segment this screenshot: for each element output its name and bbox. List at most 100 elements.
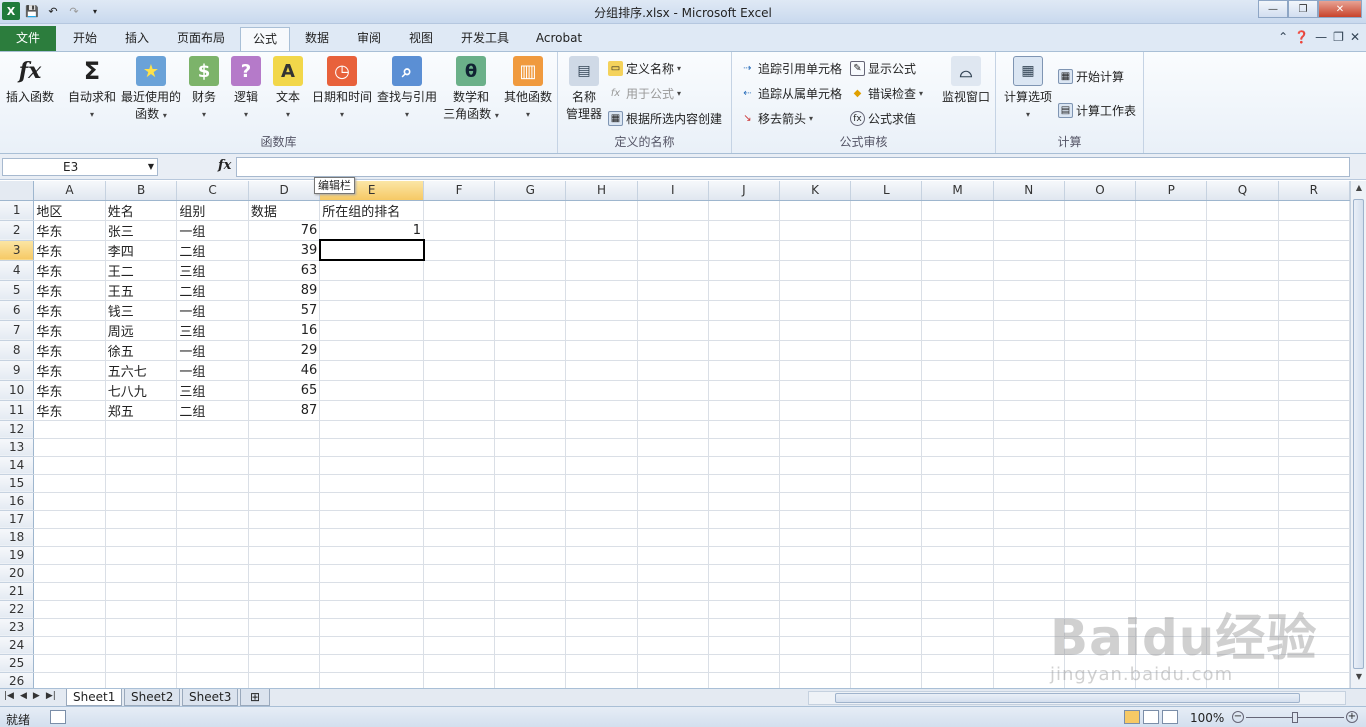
cell-c19[interactable] xyxy=(176,546,249,565)
cell-g20[interactable] xyxy=(494,564,567,583)
cell-j3[interactable] xyxy=(708,240,781,261)
cell-l6[interactable] xyxy=(850,300,923,321)
cell-p10[interactable] xyxy=(1135,380,1208,401)
cell-e4[interactable] xyxy=(319,260,425,281)
cell-j20[interactable] xyxy=(708,564,781,583)
column-header-j[interactable]: J xyxy=(708,181,781,201)
cell-b19[interactable] xyxy=(105,546,178,565)
cell-o19[interactable] xyxy=(1064,546,1137,565)
cell-a18[interactable] xyxy=(33,528,106,547)
workbook-minimize-icon[interactable]: — xyxy=(1315,30,1327,44)
cell-j24[interactable] xyxy=(708,636,781,655)
cell-b18[interactable] xyxy=(105,528,178,547)
cell-m6[interactable] xyxy=(921,300,994,321)
show-formulas-button[interactable]: ✎ 显示公式 xyxy=(850,60,916,77)
cell-g25[interactable] xyxy=(494,654,567,673)
cell-r17[interactable] xyxy=(1278,510,1350,529)
cell-m24[interactable] xyxy=(921,636,994,655)
cell-i20[interactable] xyxy=(637,564,709,583)
cell-f22[interactable] xyxy=(423,600,496,619)
cell-l20[interactable] xyxy=(850,564,923,583)
cell-b1[interactable]: 姓名 xyxy=(105,200,178,221)
cell-g13[interactable] xyxy=(494,438,567,457)
workbook-close-icon[interactable]: ✕ xyxy=(1350,30,1360,44)
row-header[interactable]: 3 xyxy=(0,240,35,261)
cell-a14[interactable] xyxy=(33,456,106,475)
row-header[interactable]: 24 xyxy=(0,636,35,655)
cell-e11[interactable] xyxy=(319,400,425,421)
cell-a24[interactable] xyxy=(33,636,106,655)
row-header[interactable]: 26 xyxy=(0,672,35,688)
name-manager-button[interactable]: ▤ 名称 管理器 xyxy=(564,56,604,123)
cell-i1[interactable] xyxy=(637,200,709,221)
cell-d7[interactable]: 16 xyxy=(248,320,321,341)
cell-q1[interactable] xyxy=(1206,200,1279,221)
cell-r18[interactable] xyxy=(1278,528,1350,547)
cell-m22[interactable] xyxy=(921,600,994,619)
cell-b15[interactable] xyxy=(105,474,178,493)
cell-p16[interactable] xyxy=(1135,492,1208,511)
cell-c10[interactable]: 三组 xyxy=(176,380,249,401)
cell-o8[interactable] xyxy=(1064,340,1137,361)
cell-l26[interactable] xyxy=(850,672,923,688)
cell-i18[interactable] xyxy=(637,528,709,547)
cell-c7[interactable]: 三组 xyxy=(176,320,249,341)
cell-j17[interactable] xyxy=(708,510,781,529)
cell-l12[interactable] xyxy=(850,420,923,439)
cell-d15[interactable] xyxy=(248,474,321,493)
cell-m2[interactable] xyxy=(921,220,994,241)
scroll-up-icon[interactable]: ▲ xyxy=(1351,183,1366,197)
tab-developer[interactable]: 开发工具 xyxy=(452,27,518,51)
cell-p18[interactable] xyxy=(1135,528,1208,547)
cell-b12[interactable] xyxy=(105,420,178,439)
cell-h13[interactable] xyxy=(565,438,638,457)
cell-l4[interactable] xyxy=(850,260,923,281)
cell-l7[interactable] xyxy=(850,320,923,341)
zoom-knob[interactable] xyxy=(1292,712,1298,723)
cell-a20[interactable] xyxy=(33,564,106,583)
cell-g23[interactable] xyxy=(494,618,567,637)
cell-c4[interactable]: 三组 xyxy=(176,260,249,281)
cell-a13[interactable] xyxy=(33,438,106,457)
column-header-n[interactable]: N xyxy=(993,181,1065,201)
cell-e13[interactable] xyxy=(319,438,425,457)
cell-a8[interactable]: 华东 xyxy=(33,340,106,361)
cell-d26[interactable] xyxy=(248,672,321,688)
cell-i9[interactable] xyxy=(637,360,709,381)
cell-o4[interactable] xyxy=(1064,260,1137,281)
cell-l21[interactable] xyxy=(850,582,923,601)
cell-h2[interactable] xyxy=(565,220,638,241)
cell-d4[interactable]: 63 xyxy=(248,260,321,281)
cell-j22[interactable] xyxy=(708,600,781,619)
calc-sheet-button[interactable]: ▤ 计算工作表 xyxy=(1058,102,1136,119)
cell-k8[interactable] xyxy=(779,340,852,361)
next-sheet-icon[interactable]: ▶ xyxy=(33,691,40,701)
row-header[interactable]: 22 xyxy=(0,600,35,619)
cell-a1[interactable]: 地区 xyxy=(33,200,106,221)
cell-c17[interactable] xyxy=(176,510,249,529)
datetime-button[interactable]: ◷ 日期和时间 ▾ xyxy=(310,56,374,123)
cell-a19[interactable] xyxy=(33,546,106,565)
cell-h6[interactable] xyxy=(565,300,638,321)
cell-a11[interactable]: 华东 xyxy=(33,400,106,421)
row-header[interactable]: 4 xyxy=(0,260,35,281)
cell-g1[interactable] xyxy=(494,200,567,221)
cell-q3[interactable] xyxy=(1206,240,1279,261)
cell-h5[interactable] xyxy=(565,280,638,301)
cell-g26[interactable] xyxy=(494,672,567,688)
cell-l2[interactable] xyxy=(850,220,923,241)
cell-k15[interactable] xyxy=(779,474,852,493)
scroll-down-icon[interactable]: ▼ xyxy=(1351,672,1366,686)
cell-o14[interactable] xyxy=(1064,456,1137,475)
row-header[interactable]: 13 xyxy=(0,438,35,457)
cell-p2[interactable] xyxy=(1135,220,1208,241)
error-checking-button[interactable]: ◆ 错误检查 ▾ xyxy=(850,85,923,102)
cell-g15[interactable] xyxy=(494,474,567,493)
cell-j8[interactable] xyxy=(708,340,781,361)
cell-i11[interactable] xyxy=(637,400,709,421)
cell-g3[interactable] xyxy=(494,240,567,261)
cell-h3[interactable] xyxy=(565,240,638,261)
cell-q11[interactable] xyxy=(1206,400,1279,421)
cell-k23[interactable] xyxy=(779,618,852,637)
cell-c16[interactable] xyxy=(176,492,249,511)
